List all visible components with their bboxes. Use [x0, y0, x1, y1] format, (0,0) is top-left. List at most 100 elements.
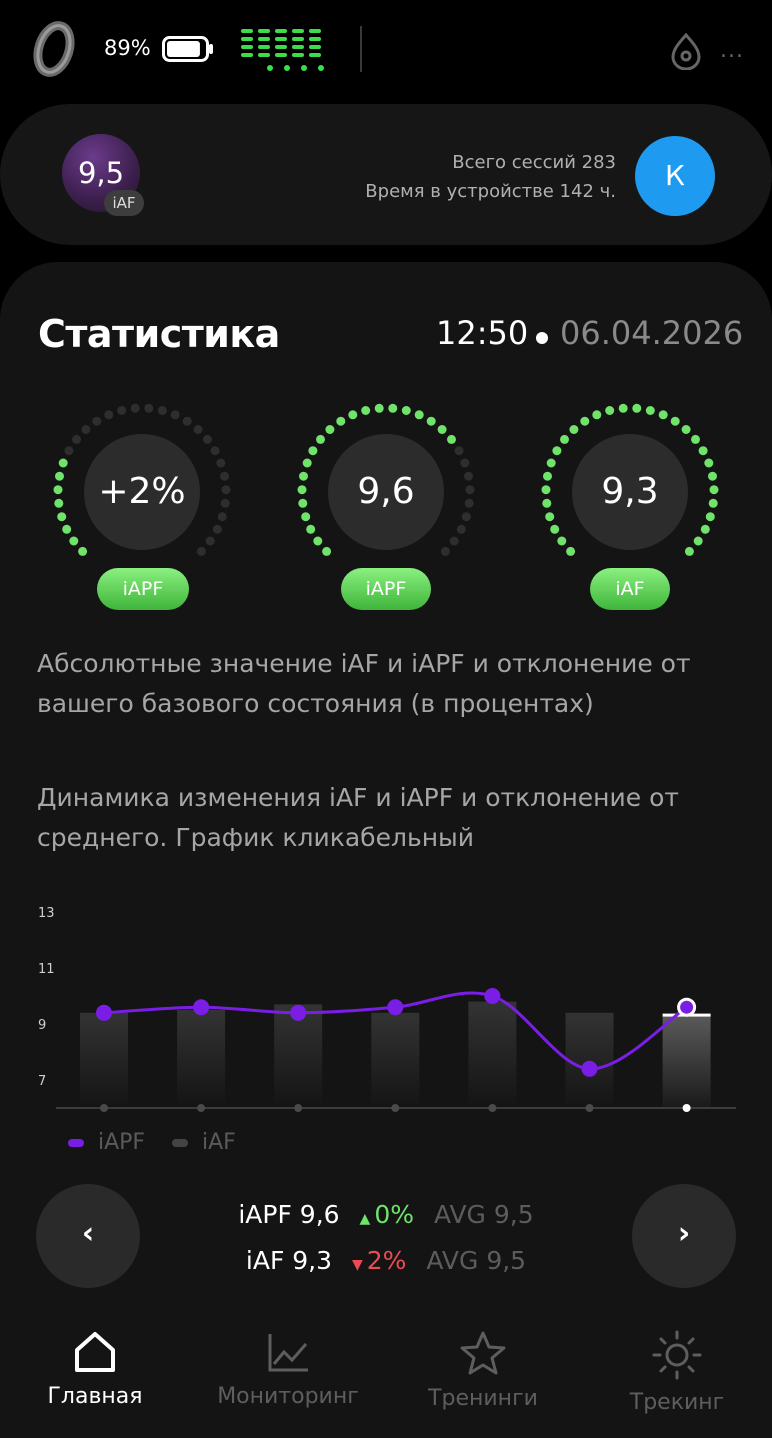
legend-item-iaf[interactable]: iAF: [172, 1130, 236, 1155]
battery-icon: [162, 36, 213, 62]
iaf-summary: iAF 9,3 ▼ 2% AVG 9,5: [0, 1246, 772, 1275]
iaf-average: AVG 9,5: [426, 1246, 527, 1275]
x-tick-dot: [682, 1104, 691, 1112]
gauge-iapf-value[interactable]: 9,6: [296, 402, 476, 582]
x-tick-dot: [585, 1104, 594, 1112]
iapf-point: [290, 1004, 307, 1021]
iapf-point: [193, 999, 210, 1016]
gauge-dot: [708, 471, 717, 481]
legend-swatch-iaf: [172, 1139, 188, 1147]
iaf-current: iAF 9,3: [245, 1246, 333, 1275]
gauge-dot: [220, 471, 229, 481]
chart-bar: [468, 1001, 517, 1108]
gauge-dot: [580, 416, 590, 426]
gauge-dot: [322, 546, 332, 556]
tab-tracking[interactable]: Трекинг: [582, 1318, 772, 1415]
gauge-dot: [426, 416, 436, 426]
gauge-dot: [361, 406, 371, 415]
gauge-dot: [542, 498, 552, 508]
gauge-dot: [550, 524, 560, 534]
gauge-iapf-deviation[interactable]: +2%: [52, 402, 232, 582]
x-tick-dot: [100, 1104, 108, 1112]
gauge-dot: [461, 512, 471, 522]
gauges-description: Абсолютные значение iAF и iAPF и отклоне…: [37, 649, 691, 718]
gauge-dot: [700, 524, 710, 534]
gauge-dot: [456, 524, 466, 534]
gauge-dot: [193, 425, 203, 434]
down-arrow-icon: ▼: [352, 1257, 363, 1273]
gauge-dot: [605, 406, 615, 415]
gauge-dot: [447, 434, 456, 444]
gauge-dot: [170, 410, 180, 420]
iapf-delta: 0%: [374, 1200, 414, 1229]
gauge-label-pill: iAPF: [97, 568, 189, 610]
page-title: Статистика: [38, 312, 280, 356]
ring-device-icon: [33, 21, 75, 77]
avatar[interactable]: К: [635, 136, 715, 216]
score-value: 9,5: [77, 156, 125, 190]
gauge-dot: [708, 498, 718, 508]
tab-monitoring[interactable]: Мониторинг: [193, 1318, 383, 1409]
iapf-summary: iAPF 9,6 ▲ 0% AVG 9,5: [0, 1200, 772, 1229]
gauge-dot: [464, 471, 473, 481]
gauge-dot: [705, 512, 715, 522]
gauge-dot: [298, 498, 308, 508]
gauge-dot: [157, 406, 167, 415]
gauge-dot: [182, 416, 192, 426]
x-tick-dot: [391, 1104, 400, 1112]
score-badge: iAF: [104, 190, 144, 216]
gauge-label-pill: iAPF: [341, 568, 431, 610]
gauge-dot: [221, 485, 231, 495]
chart-bar: [662, 1015, 711, 1108]
legend-label: iAF: [202, 1130, 236, 1155]
time-date-separator: [536, 332, 548, 344]
gauge-dot: [414, 410, 424, 420]
gauge-dot: [670, 416, 680, 426]
gauge-dot: [316, 434, 325, 444]
gauge-dot: [55, 471, 64, 481]
gauge-dot: [58, 458, 68, 468]
gauge-dot: [592, 410, 602, 420]
gauge-dot: [693, 536, 703, 546]
gauge-dot: [306, 524, 316, 534]
bottom-navigation: Главная Мониторинг Тренинги Трекинг: [0, 1318, 772, 1438]
drop-icon[interactable]: [668, 32, 704, 70]
gauge-dot: [465, 485, 475, 495]
gauge-dot: [54, 498, 64, 508]
legend-item-iapf[interactable]: iAPF: [68, 1130, 145, 1155]
gauge-dot: [543, 471, 552, 481]
gauge-value: 9,3: [572, 434, 688, 550]
gauge-dot: [557, 536, 567, 546]
total-sessions: Всего сессий 283: [452, 152, 616, 173]
dynamics-chart[interactable]: 13 11 9 7: [30, 892, 750, 1132]
gauge-dot: [130, 403, 140, 413]
gauge-dot: [69, 536, 79, 546]
gauge-dot: [704, 458, 714, 468]
profile-card: 9,5 iAF Всего сессий 283 Время в устройс…: [0, 104, 772, 245]
gauge-iaf-value[interactable]: 9,3: [540, 402, 720, 582]
gauge-dot: [645, 406, 655, 415]
more-menu-button[interactable]: ...: [720, 38, 744, 63]
iapf-point: [484, 988, 501, 1004]
gauge-dot: [658, 410, 668, 420]
legend-label: iAPF: [98, 1130, 146, 1155]
legend-swatch-iapf: [68, 1139, 84, 1147]
gauge-dot: [632, 403, 642, 413]
gauge-dot: [698, 446, 708, 456]
iaf-delta: 2%: [366, 1246, 407, 1275]
gauge-dot: [301, 512, 311, 522]
gauge-dot: [210, 446, 220, 456]
gauge-dot: [388, 403, 398, 413]
tab-home[interactable]: Главная: [0, 1318, 190, 1409]
gauge-dot: [205, 536, 215, 546]
iapf-point: [387, 999, 404, 1016]
iapf-point: [96, 1004, 112, 1021]
tab-trainings[interactable]: Тренинги: [388, 1318, 578, 1411]
gauge-dot: [212, 524, 222, 534]
gauge-dot: [336, 416, 346, 426]
current-time: 12:50: [436, 314, 529, 352]
gauge-dot: [62, 524, 72, 534]
gauge-dot: [57, 512, 67, 522]
session-info: Всего сессий 283 Время в устройстве 142 …: [365, 148, 616, 206]
gauge-dot: [196, 546, 206, 556]
